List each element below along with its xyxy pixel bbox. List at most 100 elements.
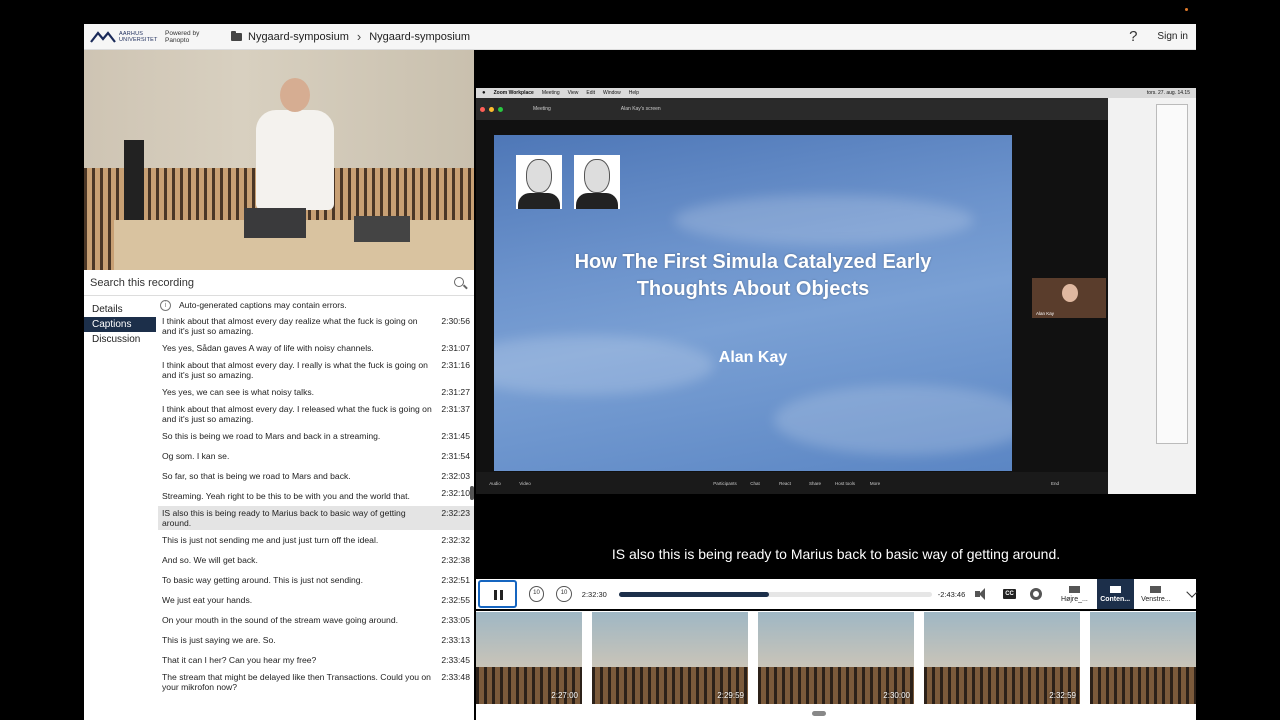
caption-time: 2:31:16 xyxy=(441,360,470,370)
rewind-10-icon[interactable]: 10 xyxy=(528,586,545,602)
apple-icon: ● xyxy=(482,90,486,96)
slide-title: How The First Simula Catalyzed Early Tho… xyxy=(574,251,932,300)
caption-row[interactable]: This is just not sending me and just jus… xyxy=(158,530,474,550)
thumbnail-time: 2:27:00 xyxy=(551,691,578,700)
menu-item: Meeting xyxy=(541,90,560,96)
thumbnail[interactable] xyxy=(1090,612,1196,704)
tab-captions[interactable]: Captions xyxy=(84,317,156,332)
thumbnail[interactable]: 2:27:00 xyxy=(476,612,582,704)
caption-row[interactable]: Streaming. Yeah right to be this to be w… xyxy=(158,486,474,506)
zoom-host-tools: Host tools xyxy=(834,480,855,486)
powered-by: Powered by Panopto xyxy=(165,29,200,44)
caption-text: That it can I her? Can you hear my free? xyxy=(162,655,317,665)
caption-text: Yes yes, Sådan gaves A way of life with … xyxy=(162,343,374,353)
breadcrumb-current: Nygaard-symposium xyxy=(369,30,471,43)
caption-row[interactable]: This is just saying we are. So. 2:33:13 xyxy=(158,630,474,650)
au-logo-icon xyxy=(90,30,116,43)
thumbnail[interactable]: 2:29:59 xyxy=(592,612,748,704)
caption-row[interactable]: So this is being we road to Mars and bac… xyxy=(158,426,474,446)
caption-text: So this is being we road to Mars and bac… xyxy=(162,431,381,441)
caption-overlay: IS also this is being ready to Marius ba… xyxy=(611,546,1061,562)
caption-row[interactable]: And so. We will get back. 2:32:38 xyxy=(158,550,474,570)
caption-text: To basic way getting around. This is jus… xyxy=(162,575,363,585)
screen-share-video[interactable]: ● Zoom Workplace Meeting View Edit Windo… xyxy=(476,88,1196,494)
caption-row[interactable]: Yes yes, Sådan gaves A way of life with … xyxy=(158,338,474,358)
menu-item: Zoom Workplace xyxy=(493,90,534,96)
gear-icon[interactable] xyxy=(1030,588,1043,600)
panopto-viewer: AARHUS UNIVERSITET Powered by Panopto Ny… xyxy=(0,0,1280,720)
university-logo[interactable]: AARHUS UNIVERSITET xyxy=(90,30,157,43)
progress-bar[interactable] xyxy=(618,591,932,597)
caption-text: Streaming. Yeah right to be this to be w… xyxy=(162,491,410,501)
remaining-time: -2:43:46 xyxy=(937,589,966,599)
search-input[interactable] xyxy=(90,276,430,289)
zoom-video: Video xyxy=(519,480,531,486)
forward-10-icon[interactable]: 10 xyxy=(556,586,572,602)
caption-row[interactable]: I think about that almost every day. I r… xyxy=(158,402,474,426)
zoom-share: Share xyxy=(808,480,821,486)
help-icon[interactable]: ? xyxy=(1129,28,1137,45)
pause-button[interactable] xyxy=(478,580,517,608)
caption-row[interactable]: I think about that almost every day. I r… xyxy=(158,358,474,382)
caption-time: 2:32:10 xyxy=(441,488,470,498)
caption-row[interactable]: To basic way getting around. This is jus… xyxy=(158,570,474,590)
caption-text: IS also this is being ready to Marius ba… xyxy=(162,508,406,528)
thumbnail-time: 2:32:59 xyxy=(1049,691,1076,700)
sign-in-link[interactable]: Sign in xyxy=(1157,31,1188,42)
portrait-image xyxy=(516,155,562,209)
tab-details[interactable]: Details xyxy=(84,302,156,317)
caption-text: Yes yes, we can see is what noisy talks. xyxy=(162,387,315,397)
mac-menu-bar: ● Zoom Workplace Meeting View Edit Windo… xyxy=(476,88,1196,98)
caption-text: This is just not sending me and just jus… xyxy=(162,535,379,545)
captions-toggle-button[interactable]: CC xyxy=(1002,589,1017,599)
speaker-camera-video[interactable] xyxy=(84,50,474,270)
desktop-background xyxy=(1108,98,1196,494)
caption-row[interactable]: We just eat your hands. 2:32:55 xyxy=(158,590,474,610)
breadcrumb-folder-link[interactable]: Nygaard-symposium xyxy=(248,31,349,43)
caption-row[interactable]: That it can I her? Can you hear my free?… xyxy=(158,650,474,670)
zoom-chat: Chat xyxy=(750,480,760,486)
stream-venstre[interactable]: Venstre... xyxy=(1138,579,1175,609)
video-camera-icon xyxy=(1109,585,1121,593)
caption-time: 2:32:23 xyxy=(441,508,470,518)
search-icon[interactable] xyxy=(454,277,464,287)
thumbnail-time: 2:29:59 xyxy=(717,691,744,700)
caption-row[interactable]: I think about that almost every day real… xyxy=(158,314,474,338)
presentation-slide: How The First Simula Catalyzed Early Tho… xyxy=(494,135,1012,471)
caption-time: 2:32:38 xyxy=(441,555,470,565)
zoom-shared-label: Alan Kay's screen xyxy=(620,106,661,112)
volume-icon[interactable] xyxy=(975,588,989,600)
thumbnail-time: 2:30:00 xyxy=(883,691,910,700)
caption-text: I think about that almost every day. I r… xyxy=(162,404,432,424)
left-panel: Details Captions Discussion i Auto-gener… xyxy=(84,50,474,720)
caption-time: 2:31:07 xyxy=(441,343,470,353)
thumbnail[interactable]: 2:30:00 xyxy=(758,612,914,704)
caption-text: I think about that almost every day. I r… xyxy=(162,360,428,380)
caption-row[interactable]: Yes yes, we can see is what noisy talks.… xyxy=(158,382,474,402)
video-camera-icon xyxy=(1068,585,1080,593)
search-bar xyxy=(84,270,474,296)
caption-text: Og som. I kan se. xyxy=(162,451,230,461)
chevron-down-icon[interactable] xyxy=(1186,586,1198,598)
caption-time: 2:32:51 xyxy=(441,575,470,585)
caption-row[interactable]: Og som. I kan se. 2:31:54 xyxy=(158,446,474,466)
zoom-title-bar: Meeting Alan Kay's screen xyxy=(476,98,1108,120)
caption-row[interactable]: The stream that might be delayed like th… xyxy=(158,670,474,694)
caption-row[interactable]: So far, so that is being we road to Mars… xyxy=(158,466,474,486)
caption-time: 2:31:27 xyxy=(441,387,470,397)
caption-time: 2:33:13 xyxy=(441,635,470,645)
caption-row[interactable]: IS also this is being ready to Marius ba… xyxy=(158,506,474,530)
thumbnail[interactable]: 2:32:59 xyxy=(924,612,1080,704)
thumbnail-scrollbar[interactable] xyxy=(812,711,826,716)
tab-discussion[interactable]: Discussion xyxy=(84,332,156,347)
menu-item: Help xyxy=(628,90,640,96)
stream-hojre[interactable]: Højre_... xyxy=(1056,579,1093,609)
caption-row[interactable]: On your mouth in the sound of the stream… xyxy=(158,610,474,630)
stream-content[interactable]: Conten... xyxy=(1096,579,1134,609)
menu-item: View xyxy=(567,90,579,96)
top-header: AARHUS UNIVERSITET Powered by Panopto Ny… xyxy=(84,24,1196,50)
captions-scrollbar[interactable] xyxy=(470,486,474,500)
menu-item: Edit xyxy=(586,90,595,96)
side-tabs: Details Captions Discussion xyxy=(84,302,156,347)
player-controls: 10 10 2:32:30 -2:43:46 CC Højre_... Cont… xyxy=(476,579,1198,609)
